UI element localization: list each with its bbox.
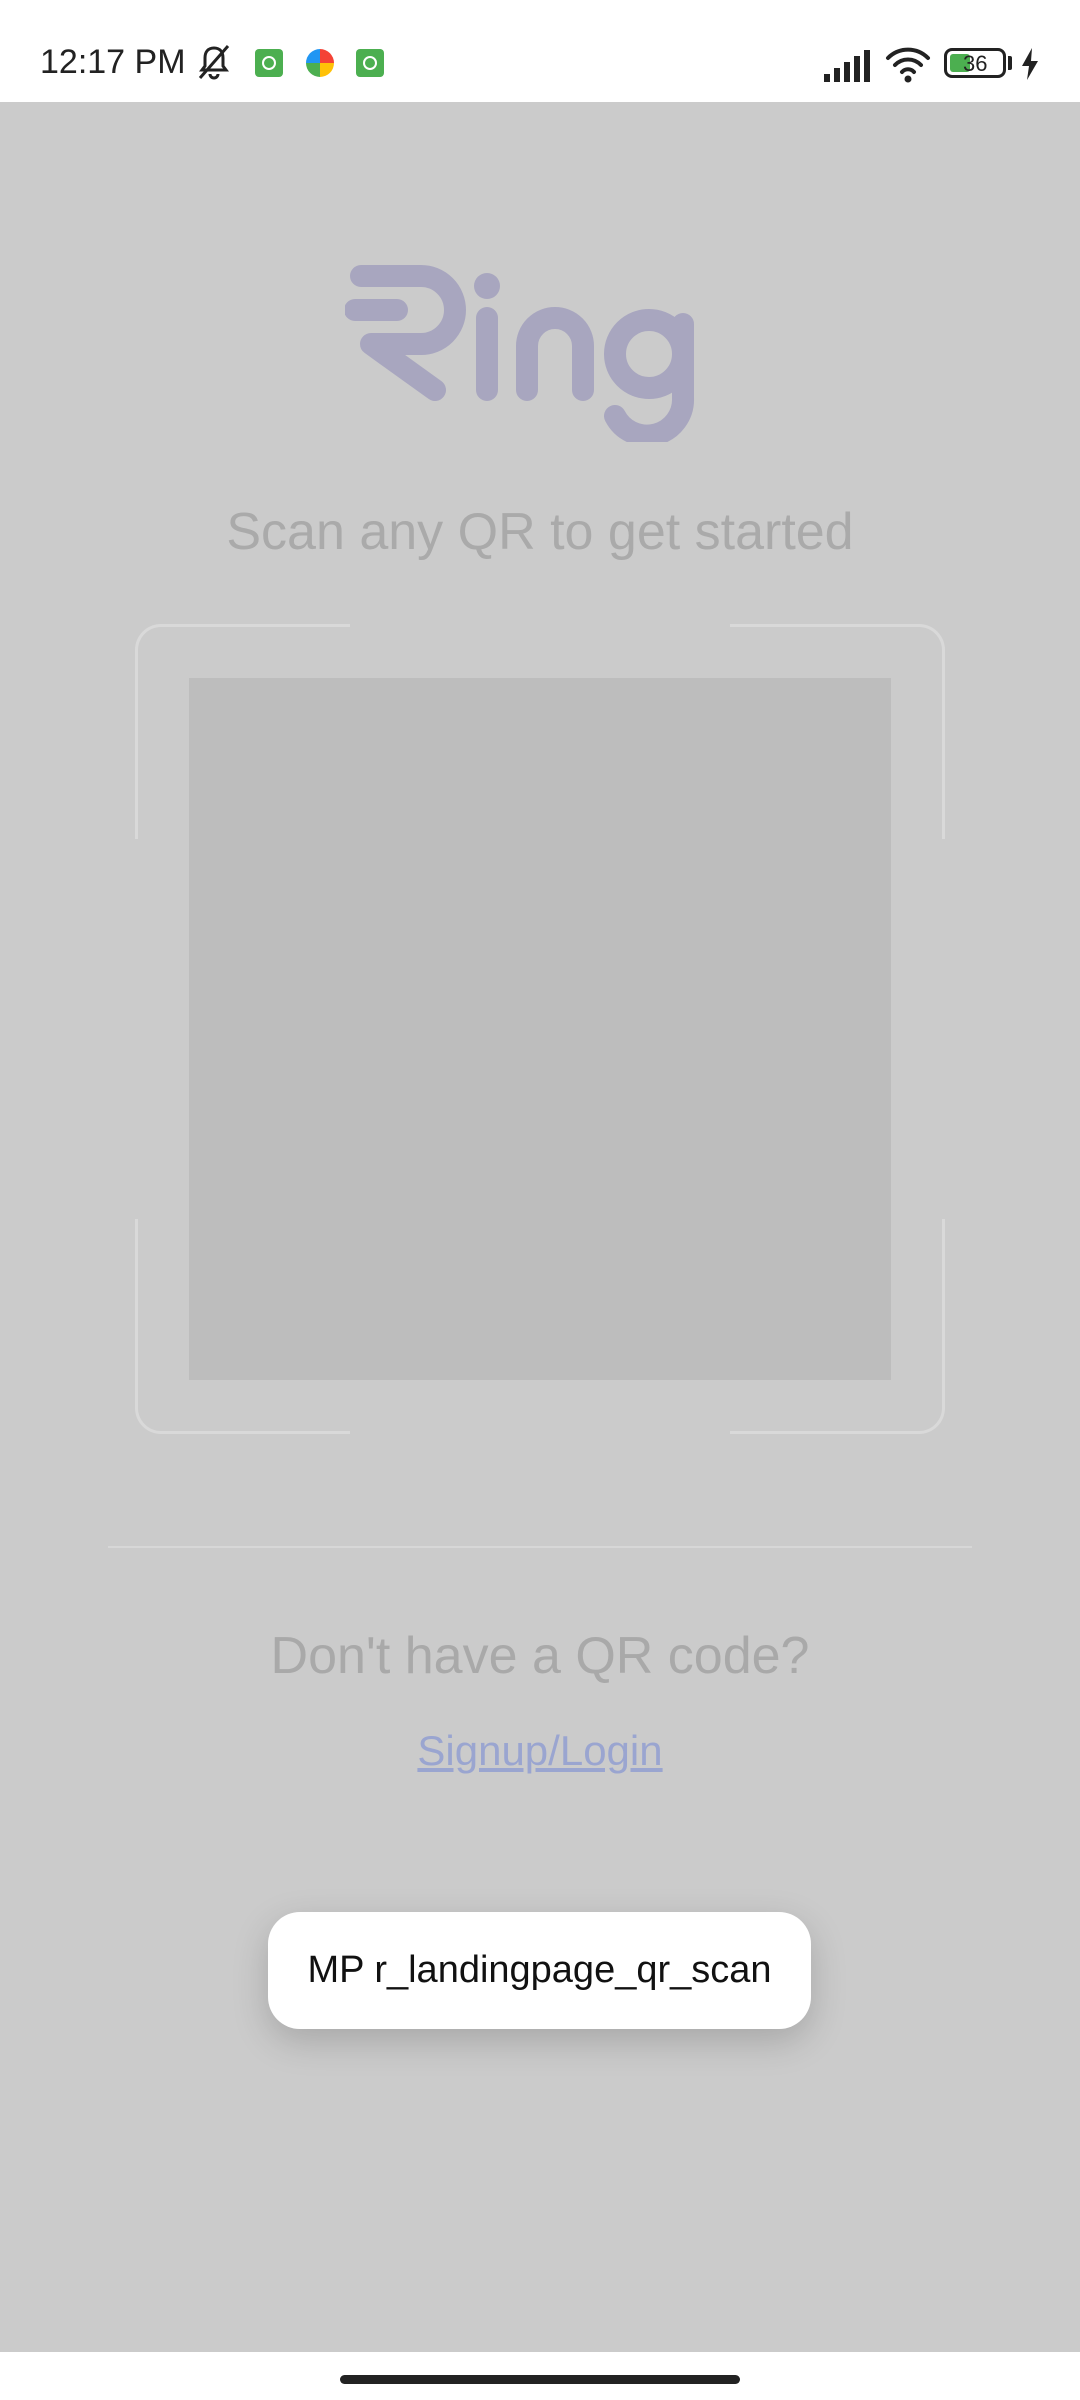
charging-icon — [1020, 48, 1040, 85]
app-notification-icon — [356, 49, 384, 77]
signup-login-link[interactable]: Signup/Login — [0, 1726, 1080, 1776]
divider — [108, 1546, 972, 1548]
wifi-icon — [884, 44, 932, 89]
home-indicator[interactable] — [340, 2375, 740, 2384]
battery-tip — [1008, 56, 1012, 70]
battery-level: 36 — [963, 51, 988, 76]
status-time: 12:17 PM — [40, 43, 186, 81]
qr-scan-frame[interactable] — [135, 624, 945, 1434]
status-bar: 12:17 PM 36 — [0, 0, 1080, 102]
navigation-bar — [0, 2352, 1080, 2400]
toast-text: MP r_landingpage_qr_scan — [307, 1949, 772, 1991]
app-notification-icon — [255, 49, 283, 77]
tagline: Scan any QR to get started — [226, 503, 854, 561]
color-app-icon — [306, 49, 334, 77]
battery-icon: 36 — [944, 48, 1006, 78]
toast-message: MP r_landingpage_qr_scan — [268, 1912, 811, 2029]
camera-preview[interactable] — [189, 678, 891, 1380]
ring-logo — [344, 262, 735, 447]
mute-icon — [194, 42, 234, 87]
no-qr-prompt: Don't have a QR code? — [270, 1627, 810, 1685]
signal-icon — [822, 48, 872, 87]
